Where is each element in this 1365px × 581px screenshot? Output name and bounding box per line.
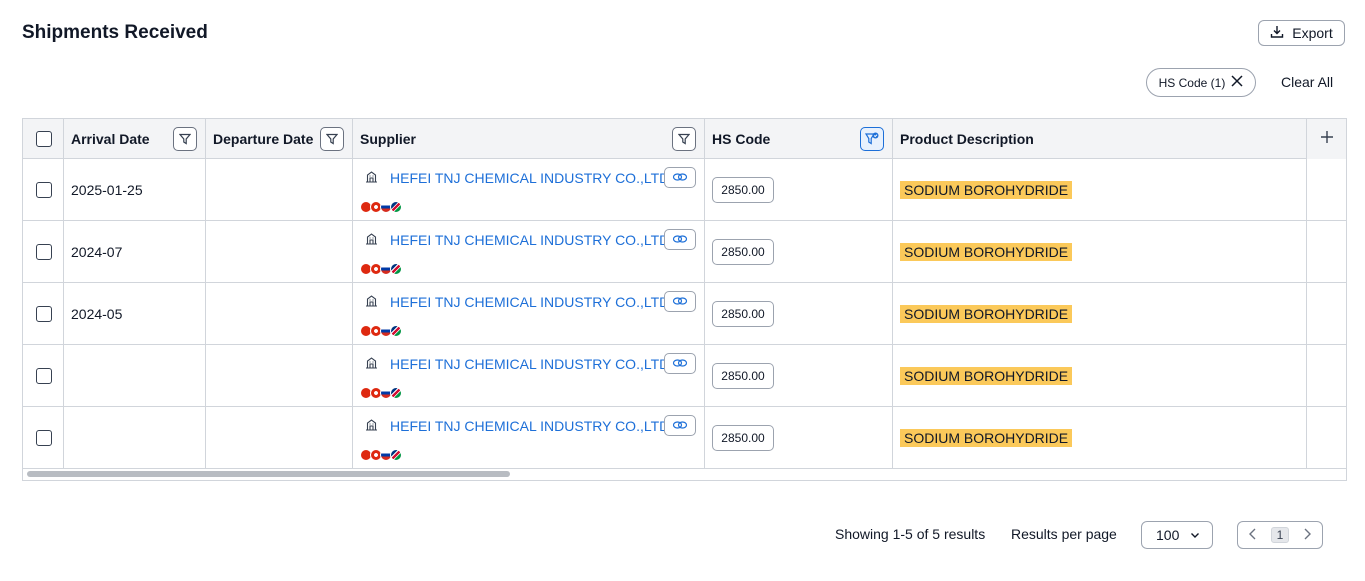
table-row[interactable]: HEFEI TNJ CHEMICAL INDUSTRY CO.,LTD. 285… [23, 407, 1346, 469]
building-icon [365, 418, 378, 436]
supplier-link-button[interactable] [664, 229, 696, 250]
supplier-link[interactable]: HEFEI TNJ CHEMICAL INDUSTRY CO.,LTD. [390, 170, 673, 186]
results-per-page-label: Results per page [1011, 526, 1117, 542]
product-description-highlight: SODIUM BOROHYDRIDE [900, 305, 1073, 323]
supplier-link[interactable]: HEFEI TNJ CHEMICAL INDUSTRY CO.,LTD. [390, 356, 673, 372]
supplier-link-button[interactable] [664, 415, 696, 436]
product-description-highlight: SODIUM BOROHYDRIDE [900, 181, 1073, 199]
per-page-value: 100 [1156, 527, 1180, 543]
table-row[interactable]: HEFEI TNJ CHEMICAL INDUSTRY CO.,LTD. 285… [23, 345, 1346, 407]
clear-all-button[interactable]: Clear All [1281, 74, 1333, 90]
arrival-date-cell: 2025-01-25 [71, 182, 143, 198]
building-icon [365, 170, 378, 188]
row-checkbox[interactable] [36, 368, 52, 384]
hs-code-tag: 2850.00 [712, 301, 774, 327]
building-icon [365, 356, 378, 374]
table-row[interactable]: 2025-01-25 HEFEI TNJ CHEMICAL INDUSTRY C… [23, 159, 1346, 221]
product-description-highlight: SODIUM BOROHYDRIDE [900, 429, 1073, 447]
export-button[interactable]: Export [1258, 20, 1345, 46]
page-title: Shipments Received [22, 22, 208, 43]
table-row[interactable]: 2024-05 HEFEI TNJ CHEMICAL INDUSTRY CO.,… [23, 283, 1346, 345]
pagination: 1 [1237, 521, 1323, 549]
horizontal-scrollbar[interactable] [27, 471, 510, 477]
namibia-flag-icon [390, 387, 402, 399]
supplier-link[interactable]: HEFEI TNJ CHEMICAL INDUSTRY CO.,LTD. [390, 232, 673, 248]
link-icon [672, 417, 688, 435]
row-checkbox[interactable] [36, 430, 52, 446]
namibia-flag-icon [390, 263, 402, 275]
link-icon [672, 231, 688, 249]
namibia-flag-icon [390, 449, 402, 461]
hs-code-tag: 2850.00 [712, 239, 774, 265]
hs-code-tag: 2850.00 [712, 363, 774, 389]
chevron-down-icon [1190, 527, 1200, 543]
results-summary: Showing 1-5 of 5 results [835, 526, 986, 542]
product-description-highlight: SODIUM BOROHYDRIDE [900, 367, 1073, 385]
building-icon [365, 294, 378, 312]
chevron-left-icon[interactable] [1248, 528, 1258, 543]
link-icon [672, 293, 688, 311]
supplier-country-flags [360, 387, 402, 399]
select-all-checkbox[interactable] [36, 131, 52, 147]
row-checkbox[interactable] [36, 182, 52, 198]
hs-code-filter-active-icon[interactable] [860, 127, 884, 151]
departure-date-filter-icon[interactable] [320, 127, 344, 151]
plus-icon [1320, 130, 1334, 149]
supplier-link-button[interactable] [664, 291, 696, 312]
supplier-link-button[interactable] [664, 353, 696, 374]
namibia-flag-icon [390, 325, 402, 337]
supplier-country-flags [360, 201, 402, 213]
shipments-table: Arrival Date Departure Date Supplier HS … [22, 118, 1347, 481]
hs-code-filter-chip[interactable]: HS Code (1) [1146, 68, 1256, 97]
current-page[interactable]: 1 [1270, 527, 1290, 543]
close-icon[interactable] [1231, 75, 1243, 90]
download-icon [1270, 25, 1284, 42]
supplier-filter-icon[interactable] [672, 127, 696, 151]
supplier-link-button[interactable] [664, 167, 696, 188]
hs-code-tag: 2850.00 [712, 177, 774, 203]
supplier-country-flags [360, 325, 402, 337]
column-header-arrival-date[interactable]: Arrival Date [71, 119, 150, 159]
column-header-supplier[interactable]: Supplier [360, 119, 416, 159]
column-header-product-description[interactable]: Product Description [900, 119, 1034, 159]
arrival-date-filter-icon[interactable] [173, 127, 197, 151]
export-button-label: Export [1292, 25, 1333, 41]
chevron-right-icon[interactable] [1302, 528, 1312, 543]
supplier-link[interactable]: HEFEI TNJ CHEMICAL INDUSTRY CO.,LTD. [390, 294, 673, 310]
column-header-departure-date[interactable]: Departure Date [213, 119, 313, 159]
arrival-date-cell: 2024-05 [71, 306, 123, 322]
building-icon [365, 232, 378, 250]
arrival-date-cell: 2024-07 [71, 244, 123, 260]
supplier-country-flags [360, 263, 402, 275]
link-icon [672, 355, 688, 373]
link-icon [672, 169, 688, 187]
row-checkbox[interactable] [36, 306, 52, 322]
table-row[interactable]: 2024-07 HEFEI TNJ CHEMICAL INDUSTRY CO.,… [23, 221, 1346, 283]
column-header-hs-code[interactable]: HS Code [712, 119, 770, 159]
namibia-flag-icon [390, 201, 402, 213]
filter-chip-label: HS Code (1) [1158, 75, 1226, 90]
supplier-link[interactable]: HEFEI TNJ CHEMICAL INDUSTRY CO.,LTD. [390, 418, 673, 434]
row-checkbox[interactable] [36, 244, 52, 260]
supplier-country-flags [360, 449, 402, 461]
hs-code-tag: 2850.00 [712, 425, 774, 451]
add-column-button[interactable] [1306, 119, 1346, 159]
table-header: Arrival Date Departure Date Supplier HS … [23, 119, 1346, 159]
product-description-highlight: SODIUM BOROHYDRIDE [900, 243, 1073, 261]
results-per-page-select[interactable]: 100 [1141, 521, 1213, 549]
